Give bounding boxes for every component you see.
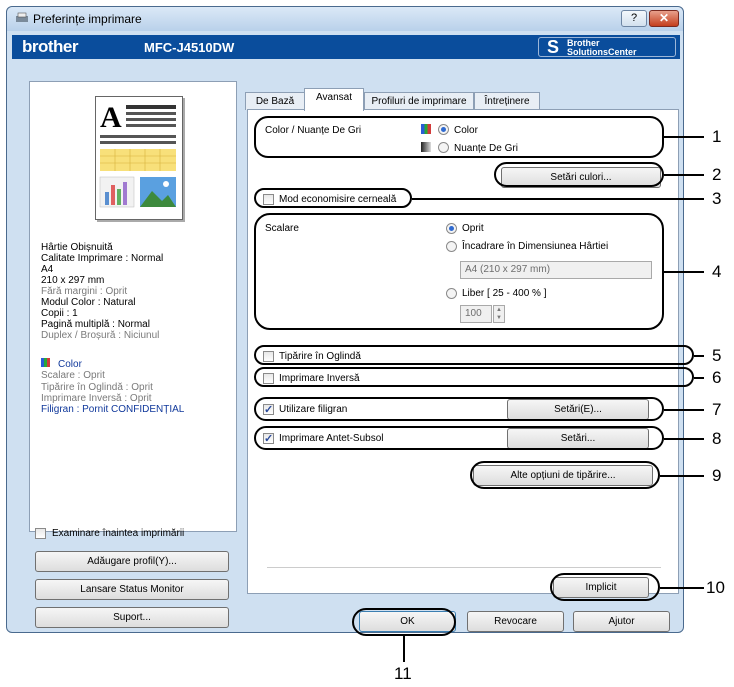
- help-button[interactable]: ?: [621, 10, 647, 27]
- help-footer-button[interactable]: Ajutor: [573, 611, 670, 632]
- page-preview-image: A: [95, 96, 183, 220]
- callout-outline-10: [550, 573, 660, 601]
- summary-multipage: Pagină multiplă : Normal: [41, 319, 150, 330]
- summary-paper: Hârtie Obișnuită: [41, 242, 113, 253]
- summary-size: A4: [41, 264, 54, 275]
- callout-outline-4: [254, 213, 664, 330]
- callout-number-1: 1: [712, 127, 722, 146]
- summary-reverse: Imprimare Inversă : Oprit: [41, 393, 152, 404]
- callout-outline-5: [254, 345, 694, 365]
- callout-outline-8: [254, 426, 664, 450]
- solutions-center-icon: S: [547, 37, 560, 57]
- callout-number-5: 5: [712, 346, 722, 365]
- callout-outline-3: [254, 188, 412, 208]
- support-button[interactable]: Suport...: [35, 607, 229, 628]
- callout-line-4: [664, 271, 704, 273]
- divider: [267, 567, 661, 568]
- callout-number-6: 6: [712, 368, 722, 387]
- callout-outline-9: [470, 461, 660, 489]
- callout-outline-2: [494, 162, 664, 187]
- page-preview-icon: A: [99, 101, 176, 208]
- summary-duplex: Duplex / Broșură : Niciunul: [41, 330, 160, 341]
- close-button[interactable]: ✕: [649, 10, 679, 27]
- callout-line-11: [403, 636, 405, 662]
- callout-number-9: 9: [712, 466, 722, 485]
- preview-checkbox[interactable]: [35, 528, 46, 539]
- add-profile-button[interactable]: Adăugare profil(Y)...: [35, 551, 229, 572]
- tab-profiles[interactable]: Profiluri de imprimare: [364, 92, 474, 110]
- summary-borderless: Fără margini : Oprit: [41, 286, 128, 297]
- brand-bar: brother MFC-J4510DW S Brother SolutionsC…: [12, 35, 680, 59]
- callout-line-8: [664, 438, 704, 440]
- status-monitor-button[interactable]: Lansare Status Monitor: [35, 579, 229, 600]
- callout-line-10: [660, 587, 704, 589]
- callout-number-4: 4: [712, 262, 722, 281]
- summary-scaling: Scalare : Oprit: [41, 370, 105, 381]
- callout-line-2: [664, 174, 704, 176]
- summary-dims: 210 x 297 mm: [41, 275, 105, 286]
- preview-label: Examinare înaintea imprimării: [52, 528, 185, 539]
- tab-basic[interactable]: De Bază: [245, 92, 305, 110]
- callout-outline-7: [254, 397, 664, 421]
- summary-mirror: Tipărire în Oglindă : Oprit: [41, 382, 153, 393]
- callout-number-7: 7: [712, 400, 722, 419]
- summary-quality: Calitate Imprimare : Normal: [41, 253, 164, 264]
- callout-outline-1: [254, 116, 664, 158]
- summary-color: Color: [58, 359, 82, 370]
- callout-number-2: 2: [712, 165, 722, 184]
- svg-text:A: A: [100, 101, 122, 134]
- color-mode-icon: [41, 358, 50, 367]
- callout-number-8: 8: [712, 429, 722, 448]
- model-name: MFC-J4510DW: [144, 40, 235, 55]
- window-title: Preferințe imprimare: [33, 12, 142, 26]
- summary-color-mode: Modul Color : Natural: [41, 297, 136, 308]
- callout-line-7: [664, 409, 704, 411]
- cancel-button[interactable]: Revocare: [467, 611, 564, 632]
- tab-maintenance[interactable]: Întreținere: [474, 92, 540, 110]
- callout-line-9: [660, 475, 704, 477]
- callout-number-11: 11: [394, 664, 412, 683]
- solutions-center-label-2: SolutionsCenter: [567, 47, 637, 57]
- callout-outline-11: [352, 608, 456, 636]
- callout-line-6: [694, 377, 704, 379]
- brother-logo: brother: [22, 37, 79, 56]
- printer-icon: [16, 12, 28, 22]
- tab-advanced[interactable]: Avansat: [304, 88, 364, 111]
- settings-summary-panel: A Hârtie Obișnuită Calitate Imprimare: …: [29, 81, 237, 532]
- callout-outline-6: [254, 367, 694, 387]
- callout-line-5: [694, 355, 704, 357]
- callout-number-10: 10: [706, 578, 725, 597]
- title-bar: Preferințe imprimare ? ✕: [7, 7, 683, 31]
- summary-copies: Copii : 1: [41, 308, 78, 319]
- summary-watermark: Filigran : Pornit CONFIDENȚIAL: [41, 404, 185, 415]
- callout-line-3: [412, 198, 704, 200]
- solutions-center-button[interactable]: S Brother SolutionsCenter: [538, 37, 676, 57]
- callout-line-1: [664, 136, 704, 138]
- callout-number-3: 3: [712, 189, 722, 208]
